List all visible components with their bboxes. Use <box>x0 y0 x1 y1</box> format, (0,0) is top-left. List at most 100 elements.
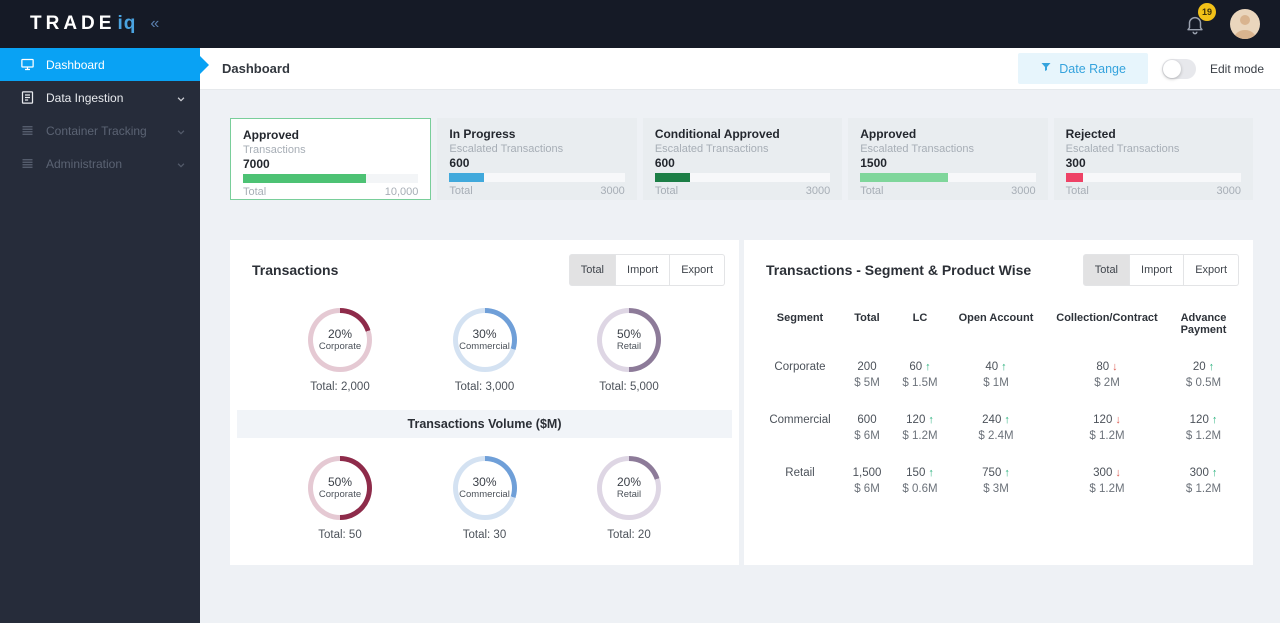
date-range-button[interactable]: Date Range <box>1018 53 1148 84</box>
main-content: Approved Transactions 7000 Total 10,000 I… <box>200 90 1280 623</box>
donut-chart: 50% Corporate <box>308 456 372 520</box>
donut-percent: 30% <box>472 327 497 341</box>
trend-up-arrow-icon: ↑ <box>1211 414 1218 426</box>
donut-percent: 20% <box>616 475 642 489</box>
tab-import[interactable]: Import <box>1130 254 1185 286</box>
cell-amount: $ 1.2M <box>902 430 938 442</box>
edit-mode-toggle[interactable] <box>1161 58 1196 79</box>
dashboard-monitor-icon <box>20 57 35 72</box>
donut-commercial-count: 30% Commercial Total: 3,000 <box>437 308 533 393</box>
sidebar-item-label: Administration <box>46 156 123 171</box>
progress-fill <box>860 173 948 182</box>
cell-value: 1,500 <box>852 467 882 479</box>
donut-total: Total: 5,000 <box>599 381 659 393</box>
column-header-open-account: Open Account <box>958 312 1034 324</box>
donut-chart: 30% Commercial <box>452 308 517 372</box>
donut-total: Total: 3,000 <box>454 381 515 393</box>
progress-fill <box>449 173 485 182</box>
table-row-commercial: Commercial 600 $ 6M 120 ↑ $ 1.2M 240 ↑ $ 2.4M… <box>760 391 1239 444</box>
card-total-value: 3000 <box>1216 185 1242 197</box>
tab-total[interactable]: Total <box>1082 254 1131 286</box>
card-total-label: Total <box>654 185 679 197</box>
cell-amount: $ 0.5M <box>1185 377 1222 389</box>
card-value: 300 <box>1065 156 1086 170</box>
sidebar-collapse-icon[interactable]: « <box>150 15 159 33</box>
card-title: In Progress <box>449 127 516 141</box>
sidebar-item-label: Container Tracking <box>46 123 147 138</box>
transactions-panel: Transactions Total Import Export 20% Cor… <box>230 240 739 565</box>
sidebar: Dashboard Data Ingestion Container Track… <box>0 48 200 623</box>
status-card-approved-escalated[interactable]: Approved Escalated Transactions 1500 Tot… <box>848 118 1048 200</box>
card-total-label: Total <box>1065 185 1089 197</box>
cell-value: 120 <box>1189 414 1209 426</box>
page-title: Dashboard <box>222 61 290 76</box>
sidebar-item-container-tracking[interactable]: Container Tracking <box>0 114 200 147</box>
bell-icon <box>1184 16 1206 39</box>
trend-up-arrow-icon: ↑ <box>1004 414 1010 426</box>
cell-amount: $ 1.2M <box>1089 430 1125 442</box>
brand-name: TRADE <box>30 13 116 34</box>
transactions-count-donuts: 20% Corporate Total: 2,000 30% Commercia… <box>230 308 739 393</box>
edit-mode-label: Edit mode <box>1209 61 1264 76</box>
cell-amount: $ 2M <box>1094 377 1120 389</box>
donut-chart: 20% Retail <box>597 456 661 520</box>
segment-product-panel: Transactions - Segment & Product Wise To… <box>744 240 1253 565</box>
chevron-down-icon <box>176 126 186 136</box>
user-avatar[interactable] <box>1230 9 1260 39</box>
tab-export[interactable]: Export <box>1184 254 1239 286</box>
transactions-panel-title: Transactions <box>252 262 339 278</box>
segment-name: Retail <box>785 467 815 479</box>
card-subtitle: Escalated Transactions <box>1065 143 1180 155</box>
trend-down-arrow-icon: ↓ <box>1115 467 1121 479</box>
donut-total: Total: 30 <box>462 529 507 541</box>
card-total-value: 3000 <box>805 185 831 197</box>
donut-chart: 20% Corporate <box>308 308 372 372</box>
donut-segment-label: Commercial <box>459 489 510 500</box>
brand-logo: TRADE iq « <box>0 0 200 48</box>
donut-retail-volume: 20% Retail Total: 20 <box>581 456 677 541</box>
sidebar-item-data-ingestion[interactable]: Data Ingestion <box>0 81 200 114</box>
tab-export[interactable]: Export <box>670 254 725 286</box>
status-card-in-progress[interactable]: In Progress Escalated Transactions 600 T… <box>437 118 637 200</box>
card-value: 600 <box>449 156 470 170</box>
cell-amount: $ 3M <box>983 483 1009 495</box>
segment-table: Segment Total LC Open Account Collection… <box>744 286 1253 497</box>
trend-up-arrow-icon: ↑ <box>1001 361 1007 373</box>
cell-value: 120 <box>906 414 926 426</box>
cell-amount: $ 1M <box>983 377 1009 389</box>
column-header-collection-contract: Collection/Contract <box>1056 312 1158 324</box>
status-card-conditional-approved[interactable]: Conditional Approved Escalated Transacti… <box>642 118 843 200</box>
status-card-approved-transactions[interactable]: Approved Transactions 7000 Total 10,000 <box>230 118 432 200</box>
card-value: 7000 <box>243 157 270 171</box>
sidebar-item-administration[interactable]: Administration <box>0 147 200 180</box>
cell-amount: $ 6M <box>854 430 880 442</box>
status-card-rejected[interactable]: Rejected Escalated Transactions 300 Tota… <box>1053 118 1254 200</box>
card-subtitle: Transactions <box>243 144 306 156</box>
trend-up-arrow-icon: ↑ <box>1211 467 1218 479</box>
cell-value: 150 <box>906 467 926 479</box>
date-range-label: Date Range <box>1059 61 1126 76</box>
cell-value: 60 <box>909 361 923 373</box>
notifications-button[interactable]: 19 <box>1184 3 1216 35</box>
progress-track <box>654 173 831 182</box>
toggle-knob <box>1162 59 1181 78</box>
progress-fill <box>654 173 690 182</box>
trend-down-arrow-icon: ↓ <box>1115 414 1121 426</box>
donut-segment-label: Corporate <box>318 489 362 500</box>
donut-percent: 20% <box>327 327 353 341</box>
sidebar-item-label: Dashboard <box>46 57 105 72</box>
tab-total[interactable]: Total <box>568 254 617 286</box>
progress-track <box>449 173 625 182</box>
trend-down-arrow-icon: ↓ <box>1112 361 1118 373</box>
data-ingestion-document-icon <box>20 90 35 105</box>
progress-track <box>243 174 419 183</box>
cell-amount: $ 6M <box>854 483 880 495</box>
container-tracking-list-icon <box>20 123 35 138</box>
sidebar-item-dashboard[interactable]: Dashboard <box>0 48 200 81</box>
tab-import[interactable]: Import <box>616 254 671 286</box>
card-total-value: 3000 <box>1011 185 1036 197</box>
donut-total: Total: 2,000 <box>310 381 370 393</box>
cell-value: 300 <box>1189 467 1209 479</box>
trend-up-arrow-icon: ↑ <box>928 467 934 479</box>
header-controls: Date Range Edit mode <box>1018 53 1264 84</box>
